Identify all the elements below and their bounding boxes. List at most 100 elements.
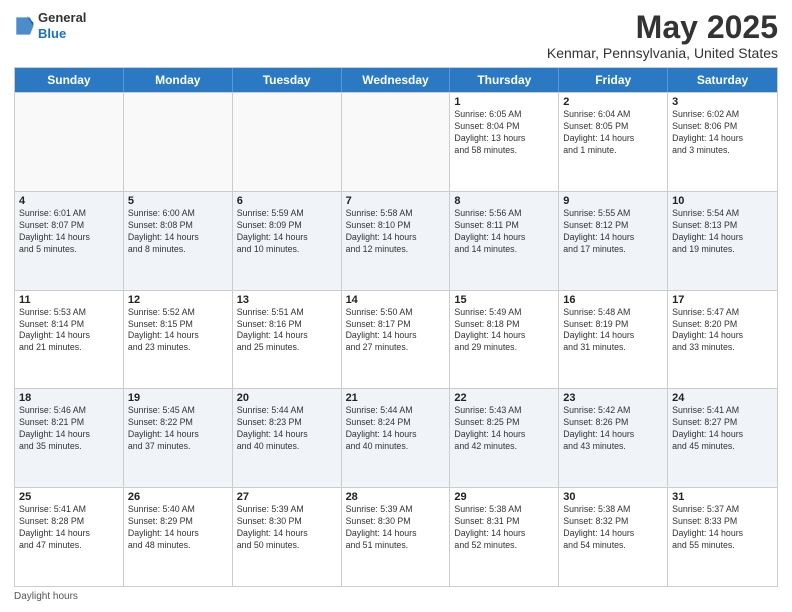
cell-date-number: 4	[19, 195, 119, 207]
day-cell-13: 13Sunrise: 5:51 AM Sunset: 8:16 PM Dayli…	[233, 291, 342, 389]
cell-date-number: 9	[563, 195, 663, 207]
cell-date-number: 31	[672, 491, 773, 503]
cell-info-text: Sunrise: 5:44 AM Sunset: 8:23 PM Dayligh…	[237, 405, 337, 453]
day-cell-31: 31Sunrise: 5:37 AM Sunset: 8:33 PM Dayli…	[668, 488, 777, 586]
logo: General Blue	[14, 10, 86, 41]
cell-date-number: 24	[672, 392, 773, 404]
page: General Blue May 2025 Kenmar, Pennsylvan…	[0, 0, 792, 612]
day-cell-28: 28Sunrise: 5:39 AM Sunset: 8:30 PM Dayli…	[342, 488, 451, 586]
day-cell-22: 22Sunrise: 5:43 AM Sunset: 8:25 PM Dayli…	[450, 389, 559, 487]
cell-date-number: 7	[346, 195, 446, 207]
header: General Blue May 2025 Kenmar, Pennsylvan…	[14, 10, 778, 61]
cell-info-text: Sunrise: 5:45 AM Sunset: 8:22 PM Dayligh…	[128, 405, 228, 453]
cell-date-number: 20	[237, 392, 337, 404]
day-header-sunday: Sunday	[15, 68, 124, 92]
main-title: May 2025	[547, 10, 778, 45]
day-header-wednesday: Wednesday	[342, 68, 451, 92]
day-cell-1: 1Sunrise: 6:05 AM Sunset: 8:04 PM Daylig…	[450, 93, 559, 191]
cell-info-text: Sunrise: 5:48 AM Sunset: 8:19 PM Dayligh…	[563, 307, 663, 355]
cell-info-text: Sunrise: 5:44 AM Sunset: 8:24 PM Dayligh…	[346, 405, 446, 453]
day-cell-8: 8Sunrise: 5:56 AM Sunset: 8:11 PM Daylig…	[450, 192, 559, 290]
day-cell-30: 30Sunrise: 5:38 AM Sunset: 8:32 PM Dayli…	[559, 488, 668, 586]
empty-cell	[342, 93, 451, 191]
calendar-header: SundayMondayTuesdayWednesdayThursdayFrid…	[15, 68, 777, 92]
cell-info-text: Sunrise: 5:41 AM Sunset: 8:28 PM Dayligh…	[19, 504, 119, 552]
cell-info-text: Sunrise: 5:54 AM Sunset: 8:13 PM Dayligh…	[672, 208, 773, 256]
day-cell-26: 26Sunrise: 5:40 AM Sunset: 8:29 PM Dayli…	[124, 488, 233, 586]
day-cell-6: 6Sunrise: 5:59 AM Sunset: 8:09 PM Daylig…	[233, 192, 342, 290]
day-cell-17: 17Sunrise: 5:47 AM Sunset: 8:20 PM Dayli…	[668, 291, 777, 389]
day-cell-15: 15Sunrise: 5:49 AM Sunset: 8:18 PM Dayli…	[450, 291, 559, 389]
calendar-body: 1Sunrise: 6:05 AM Sunset: 8:04 PM Daylig…	[15, 92, 777, 586]
day-cell-27: 27Sunrise: 5:39 AM Sunset: 8:30 PM Dayli…	[233, 488, 342, 586]
calendar: SundayMondayTuesdayWednesdayThursdayFrid…	[14, 67, 778, 587]
cell-date-number: 2	[563, 96, 663, 108]
cell-date-number: 26	[128, 491, 228, 503]
calendar-row-4: 18Sunrise: 5:46 AM Sunset: 8:21 PM Dayli…	[15, 388, 777, 487]
day-cell-21: 21Sunrise: 5:44 AM Sunset: 8:24 PM Dayli…	[342, 389, 451, 487]
cell-info-text: Sunrise: 6:05 AM Sunset: 8:04 PM Dayligh…	[454, 109, 554, 157]
empty-cell	[124, 93, 233, 191]
cell-info-text: Sunrise: 5:39 AM Sunset: 8:30 PM Dayligh…	[346, 504, 446, 552]
cell-date-number: 27	[237, 491, 337, 503]
cell-date-number: 12	[128, 294, 228, 306]
day-cell-3: 3Sunrise: 6:02 AM Sunset: 8:06 PM Daylig…	[668, 93, 777, 191]
cell-date-number: 18	[19, 392, 119, 404]
cell-info-text: Sunrise: 5:42 AM Sunset: 8:26 PM Dayligh…	[563, 405, 663, 453]
cell-date-number: 23	[563, 392, 663, 404]
day-cell-11: 11Sunrise: 5:53 AM Sunset: 8:14 PM Dayli…	[15, 291, 124, 389]
empty-cell	[233, 93, 342, 191]
day-cell-4: 4Sunrise: 6:01 AM Sunset: 8:07 PM Daylig…	[15, 192, 124, 290]
cell-date-number: 8	[454, 195, 554, 207]
day-cell-25: 25Sunrise: 5:41 AM Sunset: 8:28 PM Dayli…	[15, 488, 124, 586]
cell-date-number: 1	[454, 96, 554, 108]
cell-info-text: Sunrise: 5:39 AM Sunset: 8:30 PM Dayligh…	[237, 504, 337, 552]
cell-date-number: 11	[19, 294, 119, 306]
cell-info-text: Sunrise: 5:53 AM Sunset: 8:14 PM Dayligh…	[19, 307, 119, 355]
cell-info-text: Sunrise: 6:04 AM Sunset: 8:05 PM Dayligh…	[563, 109, 663, 157]
cell-info-text: Sunrise: 5:52 AM Sunset: 8:15 PM Dayligh…	[128, 307, 228, 355]
day-cell-7: 7Sunrise: 5:58 AM Sunset: 8:10 PM Daylig…	[342, 192, 451, 290]
cell-date-number: 15	[454, 294, 554, 306]
footer-note: Daylight hours	[14, 591, 778, 602]
cell-date-number: 5	[128, 195, 228, 207]
cell-info-text: Sunrise: 5:56 AM Sunset: 8:11 PM Dayligh…	[454, 208, 554, 256]
cell-info-text: Sunrise: 5:59 AM Sunset: 8:09 PM Dayligh…	[237, 208, 337, 256]
cell-date-number: 21	[346, 392, 446, 404]
day-cell-16: 16Sunrise: 5:48 AM Sunset: 8:19 PM Dayli…	[559, 291, 668, 389]
cell-date-number: 19	[128, 392, 228, 404]
cell-info-text: Sunrise: 5:37 AM Sunset: 8:33 PM Dayligh…	[672, 504, 773, 552]
day-header-tuesday: Tuesday	[233, 68, 342, 92]
cell-info-text: Sunrise: 5:46 AM Sunset: 8:21 PM Dayligh…	[19, 405, 119, 453]
cell-info-text: Sunrise: 5:43 AM Sunset: 8:25 PM Dayligh…	[454, 405, 554, 453]
day-cell-20: 20Sunrise: 5:44 AM Sunset: 8:23 PM Dayli…	[233, 389, 342, 487]
day-header-thursday: Thursday	[450, 68, 559, 92]
day-header-saturday: Saturday	[668, 68, 777, 92]
cell-info-text: Sunrise: 6:01 AM Sunset: 8:07 PM Dayligh…	[19, 208, 119, 256]
day-cell-2: 2Sunrise: 6:04 AM Sunset: 8:05 PM Daylig…	[559, 93, 668, 191]
cell-info-text: Sunrise: 6:00 AM Sunset: 8:08 PM Dayligh…	[128, 208, 228, 256]
subtitle: Kenmar, Pennsylvania, United States	[547, 45, 778, 61]
calendar-row-2: 4Sunrise: 6:01 AM Sunset: 8:07 PM Daylig…	[15, 191, 777, 290]
day-header-friday: Friday	[559, 68, 668, 92]
cell-info-text: Sunrise: 5:55 AM Sunset: 8:12 PM Dayligh…	[563, 208, 663, 256]
logo-general: General	[38, 10, 86, 26]
cell-info-text: Sunrise: 5:50 AM Sunset: 8:17 PM Dayligh…	[346, 307, 446, 355]
cell-date-number: 3	[672, 96, 773, 108]
logo-text: General Blue	[38, 10, 86, 41]
cell-date-number: 13	[237, 294, 337, 306]
cell-date-number: 17	[672, 294, 773, 306]
calendar-row-3: 11Sunrise: 5:53 AM Sunset: 8:14 PM Dayli…	[15, 290, 777, 389]
day-cell-10: 10Sunrise: 5:54 AM Sunset: 8:13 PM Dayli…	[668, 192, 777, 290]
day-header-monday: Monday	[124, 68, 233, 92]
day-cell-23: 23Sunrise: 5:42 AM Sunset: 8:26 PM Dayli…	[559, 389, 668, 487]
cell-info-text: Sunrise: 5:38 AM Sunset: 8:32 PM Dayligh…	[563, 504, 663, 552]
cell-info-text: Sunrise: 5:49 AM Sunset: 8:18 PM Dayligh…	[454, 307, 554, 355]
day-cell-18: 18Sunrise: 5:46 AM Sunset: 8:21 PM Dayli…	[15, 389, 124, 487]
cell-info-text: Sunrise: 5:58 AM Sunset: 8:10 PM Dayligh…	[346, 208, 446, 256]
calendar-row-5: 25Sunrise: 5:41 AM Sunset: 8:28 PM Dayli…	[15, 487, 777, 586]
cell-date-number: 25	[19, 491, 119, 503]
empty-cell	[15, 93, 124, 191]
day-cell-19: 19Sunrise: 5:45 AM Sunset: 8:22 PM Dayli…	[124, 389, 233, 487]
calendar-row-1: 1Sunrise: 6:05 AM Sunset: 8:04 PM Daylig…	[15, 92, 777, 191]
